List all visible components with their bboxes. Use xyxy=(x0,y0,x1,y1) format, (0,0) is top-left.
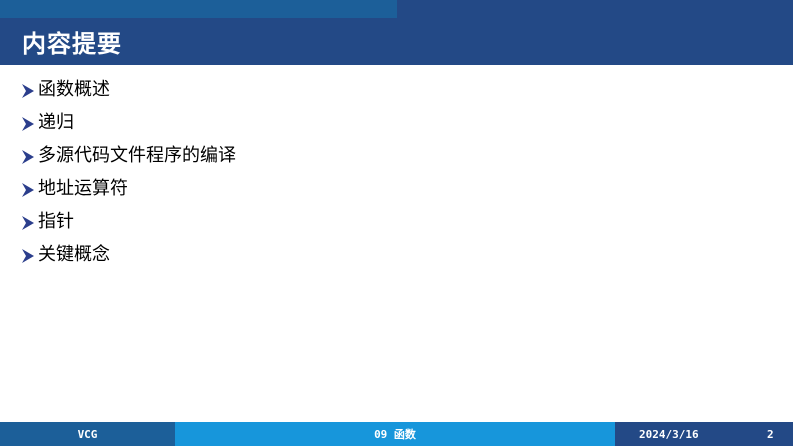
list-item-label: 函数概述 xyxy=(38,78,110,100)
arrow-bullet-icon xyxy=(22,182,34,197)
list-item-label: 递归 xyxy=(38,111,74,133)
arrow-bullet-icon xyxy=(22,215,34,230)
list-item-label: 地址运算符 xyxy=(38,177,128,199)
list-item-label: 多源代码文件程序的编译 xyxy=(38,144,236,166)
arrow-bullet-icon xyxy=(22,83,34,98)
footer-chapter: 09 函数 xyxy=(374,428,416,441)
list-item: 指针 xyxy=(22,205,762,238)
arrow-bullet-icon xyxy=(22,116,34,131)
top-decor-strip-right xyxy=(397,0,793,18)
list-item: 递归 xyxy=(22,106,762,139)
footer-author: VCG xyxy=(77,427,98,441)
footer-page-number: 2 xyxy=(767,427,774,441)
list-item: 函数概述 xyxy=(22,73,762,106)
top-decor-strip-left xyxy=(0,0,397,18)
slide-title: 内容提要 xyxy=(22,30,122,58)
footer-author-section: VCG xyxy=(0,422,175,446)
top-decor-strip xyxy=(0,0,793,18)
footer-chapter-section: 09 函数 xyxy=(175,422,615,446)
bullet-list: 函数概述 递归 多源代码文件程序的编译 地址运算符 指针 关键概念 xyxy=(22,73,762,271)
list-item: 关键概念 xyxy=(22,238,762,271)
footer-date-section: 2024/3/16 2 xyxy=(615,422,793,446)
arrow-bullet-icon xyxy=(22,149,34,164)
arrow-bullet-icon xyxy=(22,248,34,263)
footer-date: 2024/3/16 xyxy=(639,427,699,441)
list-item: 多源代码文件程序的编译 xyxy=(22,139,762,172)
list-item-label: 指针 xyxy=(38,210,74,232)
list-item: 地址运算符 xyxy=(22,172,762,205)
footer-bar: VCG 09 函数 2024/3/16 2 xyxy=(0,422,793,446)
title-bar: 内容提要 xyxy=(0,18,793,65)
list-item-label: 关键概念 xyxy=(38,243,110,265)
